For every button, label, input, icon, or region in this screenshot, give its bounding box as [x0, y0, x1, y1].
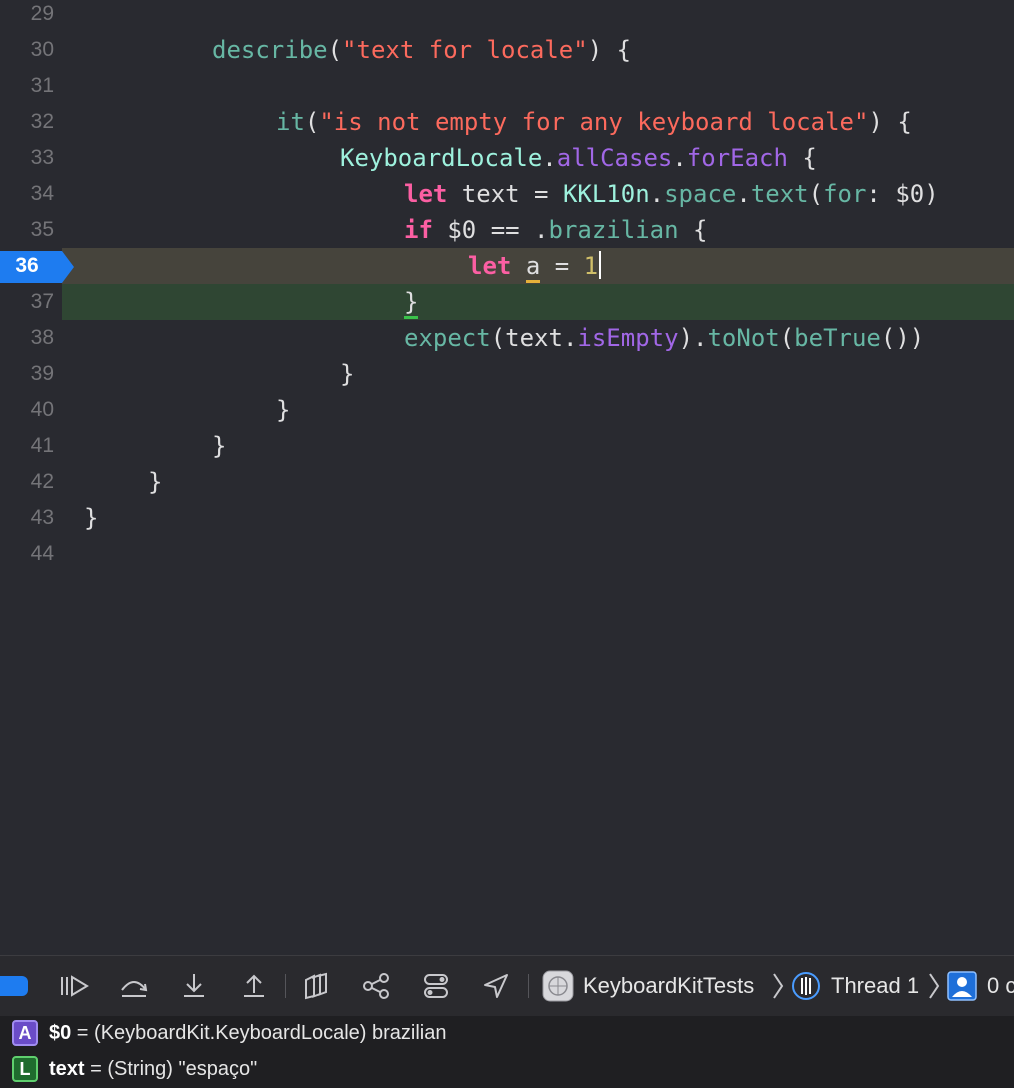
scheme-app-icon [542, 970, 574, 1002]
step-into-button[interactable] [178, 970, 210, 1002]
layers-icon [305, 972, 327, 1000]
code-editor[interactable]: 29 30 describe("text for locale") { 31 3… [0, 0, 1014, 955]
code-line: 35 if $0 == .brazilian { [0, 212, 1014, 248]
line-number[interactable]: 29 [0, 0, 54, 32]
line-number[interactable]: 41 [0, 428, 54, 464]
line-number[interactable]: 38 [0, 320, 54, 356]
variable-row[interactable]: L text = (String) "espaço" [0, 1052, 1014, 1088]
code-text[interactable]: } [276, 392, 290, 428]
code-text[interactable]: } [340, 356, 354, 392]
code-text[interactable]: let a = 1 [468, 248, 602, 284]
variable-name: $0 [49, 1022, 72, 1044]
step-into-icon [184, 974, 204, 997]
code-line: 40 } [0, 392, 1014, 428]
code-line-current: 36 let a = 1 [0, 248, 1014, 284]
code-line: 32 it("is not empty for any keyboard loc… [0, 104, 1014, 140]
variable-value: "espaço" [172, 1058, 258, 1080]
line-number[interactable]: 37 [0, 284, 54, 320]
code-text[interactable]: if $0 == .brazilian { [404, 212, 707, 248]
variable-name: text [49, 1058, 85, 1080]
memory-graph-button[interactable] [360, 970, 392, 1002]
breakpoint-marker[interactable]: 36 [0, 251, 74, 283]
toolbar-divider [285, 974, 286, 998]
line-number[interactable]: 39 [0, 356, 54, 392]
continue-button[interactable] [58, 970, 90, 1002]
thread-icon [792, 972, 820, 1000]
code-line: 39 } [0, 356, 1014, 392]
code-line: 31 [0, 68, 1014, 104]
argument-badge: A [12, 1020, 38, 1046]
location-arrow-icon [484, 974, 508, 998]
toggles-icon [424, 974, 448, 998]
code-line: 34 let text = KKL10n.space.text(for: $0) [0, 176, 1014, 212]
text-cursor [599, 251, 602, 279]
code-text[interactable]: let text = KKL10n.space.text(for: $0) [404, 176, 939, 212]
code-line: 33 KeyboardLocale.allCases.forEach { [0, 140, 1014, 176]
chevron-right-icon [929, 973, 940, 999]
code-line: 41 } [0, 428, 1014, 464]
line-number[interactable]: 31 [0, 68, 54, 104]
breakpoints-toggle-button[interactable] [0, 976, 28, 996]
variable-type: (String) [107, 1058, 173, 1080]
line-number[interactable]: 43 [0, 500, 54, 536]
variable-value: brazilian [366, 1022, 447, 1044]
line-number[interactable]: 44 [0, 536, 54, 572]
code-line-highlighted: 37 } [0, 284, 1014, 320]
execution-line-highlight [62, 284, 1014, 320]
step-out-icon [244, 974, 264, 997]
breadcrumb-frame[interactable]: 0 c [987, 956, 1014, 1016]
memory-graph-icon [363, 973, 389, 999]
code-line: 43 } [0, 500, 1014, 536]
brace-match-underline: } [404, 288, 419, 319]
code-line: 44 [0, 536, 1014, 572]
environment-overrides-button[interactable] [420, 970, 452, 1002]
code-text[interactable]: expect(text.isEmpty).toNot(beTrue()) [404, 320, 924, 356]
breadcrumb-scheme[interactable]: KeyboardKitTests [583, 956, 754, 1016]
step-out-button[interactable] [238, 970, 270, 1002]
step-over-icon [121, 981, 148, 997]
toolbar-divider [528, 974, 529, 998]
breadcrumb-thread[interactable]: Thread 1 [831, 956, 919, 1016]
code-text[interactable]: } [404, 284, 419, 320]
view-hierarchy-button[interactable] [300, 970, 332, 1002]
chevron-right-icon [773, 973, 784, 999]
warning-underline: a [525, 252, 541, 283]
variable-text: $0 = (KeyboardKit.KeyboardLocale) brazil… [49, 1022, 447, 1044]
line-number[interactable]: 42 [0, 464, 54, 500]
code-text[interactable]: KeyboardLocale.allCases.forEach { [340, 140, 817, 176]
code-line: 42 } [0, 464, 1014, 500]
code-text[interactable]: } [148, 464, 162, 500]
line-number[interactable]: 32 [0, 104, 54, 140]
local-badge: L [12, 1056, 38, 1082]
user-frame-icon [947, 971, 977, 1001]
line-number[interactable]: 34 [0, 176, 54, 212]
variable-text: text = (String) "espaço" [49, 1058, 258, 1080]
line-number[interactable]: 30 [0, 32, 54, 68]
line-number-active: 36 [15, 254, 39, 277]
variable-row[interactable]: A $0 = (KeyboardKit.KeyboardLocale) braz… [0, 1016, 1014, 1052]
step-over-button[interactable] [118, 970, 150, 1002]
continue-icon [61, 975, 89, 997]
thread-icon-wrap [790, 970, 822, 1002]
code-line: 30 describe("text for locale") { [0, 32, 1014, 68]
code-text[interactable]: describe("text for locale") { [212, 32, 631, 68]
code-text[interactable]: it("is not empty for any keyboard locale… [276, 104, 912, 140]
code-line: 38 expect(text.isEmpty).toNot(beTrue()) [0, 320, 1014, 356]
debug-toolbar: KeyboardKitTests Thread 1 0 c [0, 955, 1014, 1017]
line-number[interactable]: 40 [0, 392, 54, 428]
line-number[interactable]: 33 [0, 140, 54, 176]
simulate-location-button[interactable] [480, 970, 512, 1002]
stack-frame-icon-wrap [947, 971, 977, 1001]
variables-view: A $0 = (KeyboardKit.KeyboardLocale) braz… [0, 1016, 1014, 1088]
test-bundle-icon [542, 970, 574, 1002]
code-line: 29 [0, 0, 1014, 32]
line-number[interactable]: 35 [0, 212, 54, 248]
code-text[interactable]: } [84, 500, 98, 536]
variable-type: (KeyboardKit.KeyboardLocale) [94, 1022, 367, 1044]
code-text[interactable]: } [212, 428, 226, 464]
